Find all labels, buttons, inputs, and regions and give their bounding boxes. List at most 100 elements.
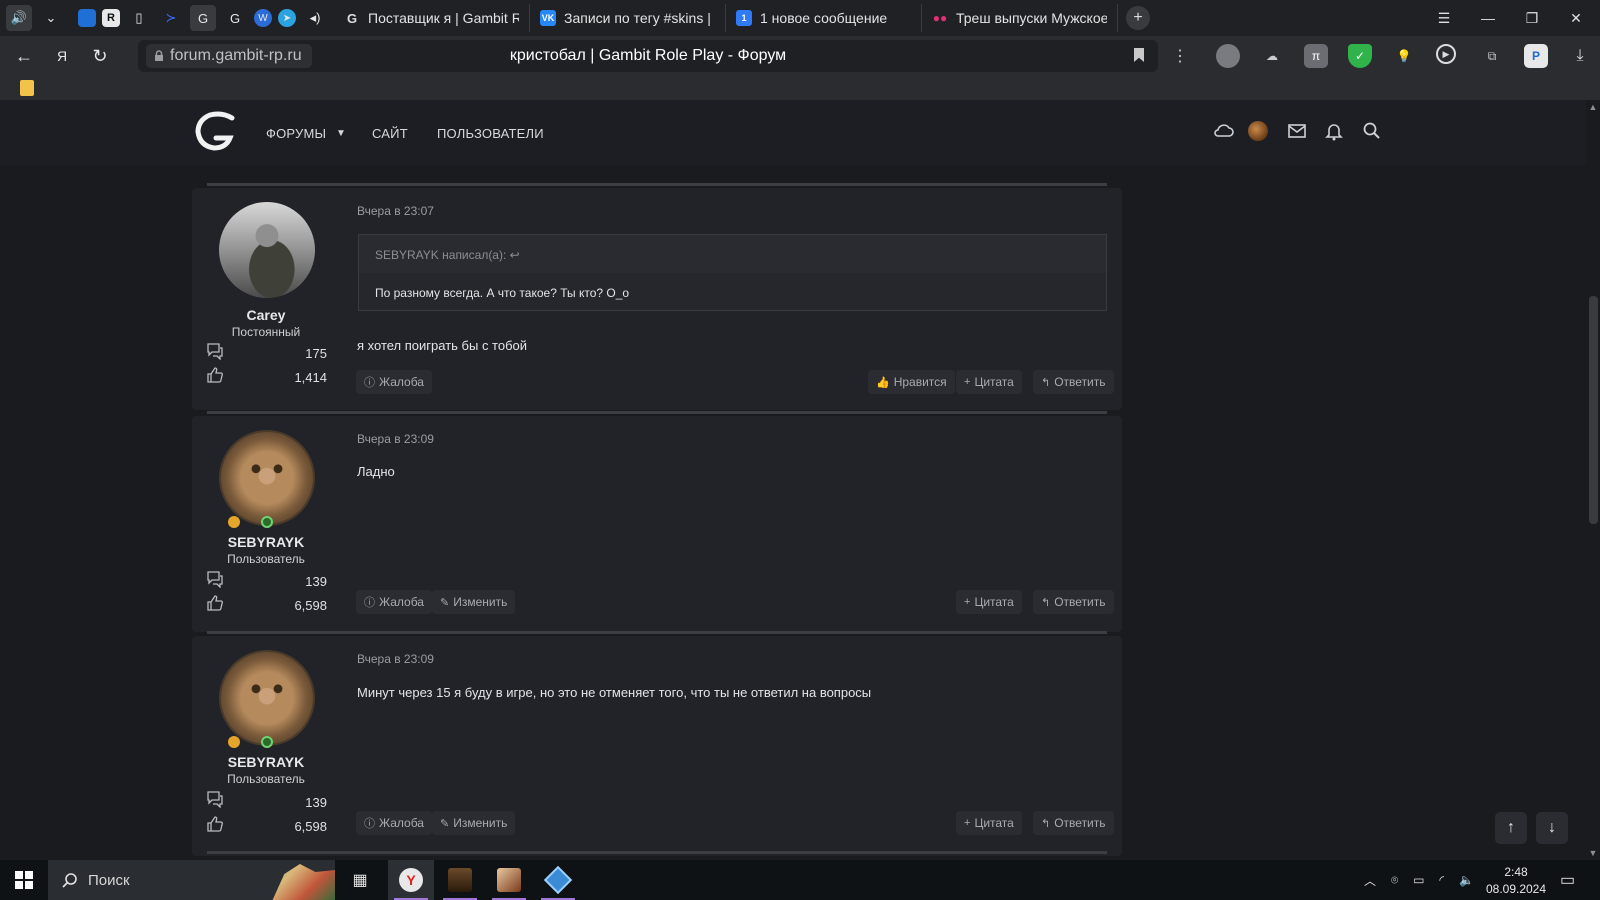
quote-button[interactable]: + Цитата (956, 811, 1022, 835)
webcam-icon[interactable]: ⌾ (1391, 873, 1398, 888)
avatar[interactable] (219, 430, 315, 526)
extension-lightbulb-icon[interactable]: 💡 (1392, 44, 1416, 68)
post-divider (207, 851, 1107, 854)
extension-play-icon[interactable]: ▶ (1436, 44, 1456, 64)
pinned-tab-r-icon[interactable]: R (102, 9, 120, 27)
scrollbar-thumb[interactable] (1589, 296, 1598, 524)
cloud-icon[interactable] (1212, 120, 1234, 142)
system-tray: ︿ ⌾ ▭ ◜ 🔈 (1364, 860, 1474, 900)
reply-button[interactable]: ↰ Ответить (1033, 370, 1114, 394)
post-author[interactable]: Carey (216, 307, 316, 323)
scroll-up-arrow-icon[interactable]: ▲ (1586, 100, 1600, 114)
pinned-tab-gambit-icon-2[interactable]: G (222, 5, 248, 31)
extension-profile-icon[interactable]: P (1524, 44, 1548, 68)
online-status-icon (261, 516, 273, 528)
chevron-down-icon[interactable]: ▼ (336, 128, 346, 139)
pinned-tab-app-icon[interactable] (78, 9, 96, 27)
pinned-tab-document-icon[interactable]: ▯ (126, 5, 152, 31)
more-menu-icon[interactable]: ⋮ (1168, 44, 1192, 68)
like-button[interactable]: 👍 Нравится (868, 370, 955, 394)
quote-button[interactable]: + Цитата (956, 370, 1022, 394)
task-view-icon[interactable]: ▦ (337, 860, 383, 900)
bell-icon[interactable] (1323, 120, 1345, 142)
tab-messages[interactable]: 1 1 новое сообщение (726, 4, 922, 32)
edit-button[interactable]: ✎ Изменить (432, 590, 516, 614)
close-icon[interactable]: ✕ (1554, 0, 1598, 36)
extension-shield-icon[interactable]: ✓ (1348, 44, 1372, 68)
post-timestamp[interactable]: Вчера в 23:07 (357, 204, 434, 218)
user-title: Постоянный (231, 325, 301, 339)
extension-circle-icon[interactable] (1216, 44, 1240, 68)
quote-button[interactable]: + Цитата (956, 590, 1022, 614)
pinned-tab-terminal-icon[interactable]: ≻ (158, 5, 184, 31)
nav-forums[interactable]: ФОРУМЫ (266, 126, 326, 141)
edit-button[interactable]: ✎ Изменить (432, 811, 516, 835)
pinned-tab-w-icon[interactable]: W (254, 9, 272, 27)
address-bar[interactable]: forum.gambit-rp.ru кристобал | Gambit Ro… (138, 40, 1158, 72)
windows-start-button[interactable] (0, 860, 48, 900)
report-button[interactable]: ⓘ Жалоба (356, 811, 432, 835)
report-button[interactable]: ⓘ Жалоба (356, 370, 432, 394)
post-timestamp[interactable]: Вчера в 23:09 (357, 652, 434, 666)
reply-button[interactable]: ↰ Ответить (1033, 590, 1114, 614)
scroll-top-button[interactable]: ↑ (1495, 812, 1527, 844)
diamond-app-icon (543, 865, 573, 895)
notifications-icon[interactable]: ▭ (1560, 860, 1575, 900)
restore-icon[interactable]: ❐ (1510, 0, 1554, 36)
search-icon[interactable] (1361, 120, 1383, 142)
taskbar-game-app[interactable] (437, 860, 483, 900)
chevron-down-icon[interactable]: ⌄ (38, 5, 64, 31)
new-tab-button[interactable]: + (1126, 6, 1150, 30)
back-icon[interactable]: ← (8, 40, 40, 72)
extension-weather-icon[interactable]: ☁ (1260, 44, 1284, 68)
post-timestamp[interactable]: Вчера в 23:09 (357, 432, 434, 446)
tab-vk[interactable]: VK Записи по тегу #skins | bl (530, 4, 726, 32)
tab-menu-icon[interactable]: ☰ (1422, 0, 1466, 36)
scroll-down-arrow-icon[interactable]: ▼ (1586, 846, 1600, 860)
scroll-bottom-button[interactable]: ↓ (1536, 812, 1568, 844)
minimize-icon[interactable]: — (1466, 0, 1510, 36)
download-icon[interactable]: ⤓ (1568, 44, 1592, 68)
clock-date: 08.09.2024 (1485, 882, 1547, 896)
taskbar-diamond-app[interactable] (535, 860, 581, 900)
medal-icon (228, 736, 240, 748)
reply-button[interactable]: ↰ Ответить (1033, 811, 1114, 835)
quote-author[interactable]: SEBYRAYK написал(а): (375, 248, 506, 262)
mail-icon[interactable] (1286, 120, 1308, 142)
yandex-browser-icon: Y (399, 868, 423, 892)
tab-gambit[interactable]: G Поставщик я | Gambit Rol (334, 4, 530, 32)
quote-jump-icon[interactable]: ↩ (510, 248, 520, 262)
bookmark-item-icon[interactable] (20, 80, 34, 96)
launcher-app-icon (497, 868, 521, 892)
tab-video[interactable]: ●● Треш выпуски Мужское Ж (922, 4, 1118, 32)
pinned-tab-telegram-icon[interactable]: ➤ (278, 9, 296, 27)
vk-icon: VK (540, 10, 556, 26)
bookmark-icon[interactable] (1134, 48, 1144, 62)
medal-icon (228, 516, 240, 528)
audio-playing-icon[interactable]: ◂) (302, 5, 328, 31)
reload-icon[interactable]: ↻ (84, 40, 116, 72)
gambit-logo-icon[interactable] (192, 110, 238, 152)
report-button[interactable]: ⓘ Жалоба (356, 590, 432, 614)
taskbar-search[interactable]: Поиск (48, 860, 335, 900)
domain-pill[interactable]: forum.gambit-rp.ru (146, 44, 312, 68)
nav-site[interactable]: САЙТ (372, 126, 408, 141)
extension-puzzle-icon[interactable]: ⧉ (1480, 44, 1504, 68)
extension-pi-icon[interactable]: π (1304, 44, 1328, 68)
taskbar-clock[interactable]: 2:48 08.09.2024 (1484, 864, 1548, 898)
avatar[interactable] (219, 202, 315, 298)
tray-expand-icon[interactable]: ︿ (1364, 872, 1376, 889)
user-avatar[interactable] (1248, 121, 1268, 141)
post-author[interactable]: SEBYRAYK (216, 534, 316, 550)
taskbar-yandex-browser[interactable]: Y (388, 860, 434, 900)
yandex-icon[interactable]: Я (46, 40, 78, 72)
taskbar-launcher-app[interactable] (486, 860, 532, 900)
wifi-icon[interactable]: ◜ (1439, 873, 1444, 887)
avatar[interactable] (219, 650, 315, 746)
battery-icon[interactable]: ▭ (1413, 873, 1424, 887)
pinned-tab-gambit-icon[interactable]: G (190, 5, 216, 31)
volume-icon[interactable]: 🔈 (1459, 873, 1474, 887)
post-author[interactable]: SEBYRAYK (216, 754, 316, 770)
nav-users[interactable]: ПОЛЬЗОВАТЕЛИ (437, 126, 544, 141)
sound-icon[interactable]: 🔊 (6, 5, 32, 31)
